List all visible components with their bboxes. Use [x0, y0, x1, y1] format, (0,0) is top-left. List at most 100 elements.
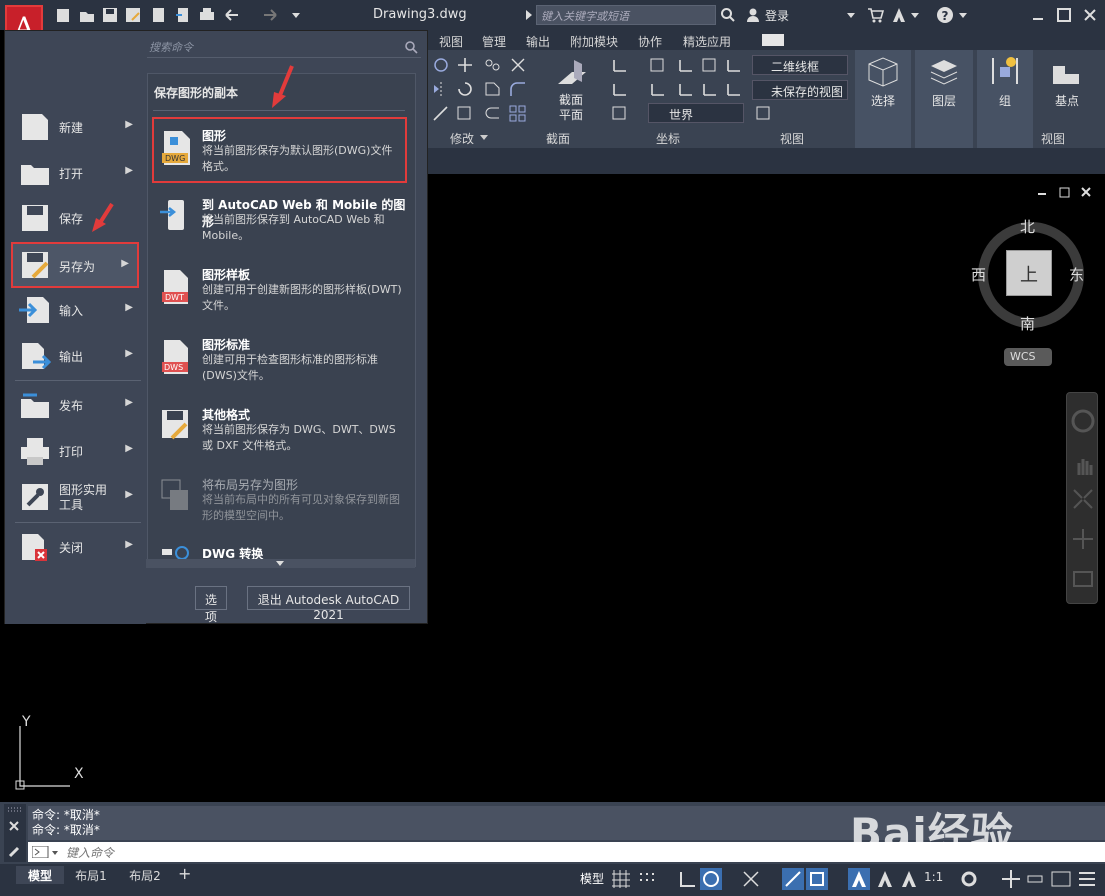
cart-icon[interactable]	[866, 6, 884, 24]
autodesk-app-icon[interactable]	[890, 6, 908, 24]
ucs-3point-icon[interactable]	[676, 80, 696, 98]
fillet-icon[interactable]	[508, 80, 528, 98]
polar-icon[interactable]	[700, 868, 722, 890]
menu-item-publish[interactable]: 发布 ▶	[15, 385, 141, 425]
tab-view[interactable]: 视图	[439, 33, 463, 50]
drawing-template-item[interactable]: DWT 图形样板 创建可用于创建新图形的图形样板(DWT)文件。	[150, 266, 410, 316]
tab-layout2[interactable]: 布局2	[120, 866, 170, 884]
compass-west[interactable]: 西	[971, 264, 986, 285]
menu-item-import[interactable]: 输入 ▶	[15, 290, 141, 330]
save-to-web-mobile-item[interactable]: 到 AutoCAD Web 和 Mobile 的图形 将当前图形保存到 Auto…	[150, 196, 410, 246]
menu-item-save[interactable]: 保存	[15, 198, 141, 238]
visual-style-dropdown[interactable]: 二维线框	[752, 55, 848, 75]
grid-icon[interactable]	[610, 868, 632, 890]
tab-featured-apps[interactable]: 精选应用	[683, 33, 731, 50]
ucs-z-icon[interactable]	[724, 56, 744, 74]
tab-manage[interactable]: 管理	[482, 33, 506, 50]
select-button[interactable]: 选择	[855, 50, 911, 148]
annotation-scale-icon[interactable]	[898, 868, 920, 890]
section-plane-button[interactable]: 截面 平面	[559, 93, 583, 123]
undo-icon[interactable]	[222, 6, 244, 24]
menu-item-new[interactable]: 新建 ▶	[15, 107, 141, 147]
help-dropdown-icon[interactable]	[958, 10, 968, 20]
plot-icon[interactable]	[198, 6, 216, 24]
options-button[interactable]: 选项	[195, 586, 227, 624]
menu-item-export[interactable]: 输出 ▶	[15, 336, 141, 376]
offset-icon[interactable]	[483, 104, 503, 122]
search-icon[interactable]	[720, 7, 736, 23]
command-prompt-icon[interactable]	[32, 846, 60, 858]
ucs-view-icon[interactable]	[648, 80, 668, 98]
showmotion-icon[interactable]	[1071, 567, 1095, 591]
save-as-drawing-item[interactable]: DWG 图形 将当前图形保存为默认图形(DWG)文件格式。	[152, 117, 407, 183]
scale-readout[interactable]: 1:1	[924, 870, 943, 884]
ucs-icon[interactable]	[610, 56, 630, 74]
command-line-handle[interactable]	[4, 804, 26, 862]
panel-coordinates-label[interactable]: 坐标	[656, 130, 680, 147]
drawing-standards-item[interactable]: DWS 图形标准 创建可用于检查图形标准的图形标准(DWS)文件。	[150, 336, 410, 386]
units-icon[interactable]	[1024, 868, 1046, 890]
rotate2-icon[interactable]	[455, 80, 475, 98]
menu-search-icon[interactable]	[404, 40, 418, 54]
exit-autocad-button[interactable]: 退出 Autodesk AutoCAD 2021	[247, 586, 410, 622]
snap-icon[interactable]	[636, 868, 658, 890]
ucs-face-icon[interactable]	[648, 56, 668, 74]
qat-dropdown-icon[interactable]	[290, 6, 302, 24]
model-space-toggle[interactable]: 模型	[580, 870, 604, 887]
close-icon[interactable]	[1082, 7, 1098, 23]
object-snap-icon[interactable]	[806, 868, 828, 890]
viewcube-top-face[interactable]: 上	[1006, 250, 1052, 296]
dwg-convert-item[interactable]: DWG 转换	[150, 545, 410, 559]
app-dropdown-icon[interactable]	[910, 10, 920, 20]
mirror-icon[interactable]	[431, 80, 451, 98]
object-snap-tracking-icon[interactable]	[782, 868, 804, 890]
layers-button[interactable]: 图层	[915, 50, 973, 148]
isodraft-icon[interactable]	[740, 868, 762, 890]
ucs-named-icon[interactable]	[610, 104, 630, 122]
panel-section-label[interactable]: 截面	[546, 130, 570, 147]
add-layout-icon[interactable]: +	[178, 864, 191, 883]
panel-modify-label[interactable]: 修改	[450, 130, 474, 147]
tab-addins[interactable]: 附加模块	[570, 33, 618, 50]
workspace-gear-icon[interactable]	[958, 868, 980, 890]
ucs-object-icon[interactable]	[700, 80, 720, 98]
ucs-y-icon[interactable]	[700, 56, 720, 74]
compass-north[interactable]: 北	[1020, 216, 1035, 237]
compass-south[interactable]: 南	[1020, 313, 1035, 334]
ribbon-minimize-toggle[interactable]	[762, 34, 784, 46]
annotation-monitor-icon[interactable]	[1000, 868, 1022, 890]
ucs-world-dropdown[interactable]: 世界	[648, 103, 744, 123]
tab-output[interactable]: 输出	[526, 33, 550, 50]
help-search-input[interactable]: 键入关键字或短语	[536, 5, 716, 25]
submenu-scroll-down[interactable]	[146, 559, 415, 568]
open-icon[interactable]	[78, 6, 96, 24]
group-button[interactable]: 组	[977, 50, 1033, 148]
compass-east[interactable]: 东	[1069, 264, 1084, 285]
redo-icon[interactable]	[258, 6, 280, 24]
save-icon[interactable]	[101, 6, 119, 24]
wcs-menu[interactable]: WCS	[1004, 348, 1052, 366]
menu-item-print[interactable]: 打印 ▶	[15, 431, 141, 471]
scale-icon[interactable]	[431, 104, 451, 122]
open-web-icon[interactable]	[150, 6, 168, 24]
annotation-visibility-icon[interactable]	[848, 868, 870, 890]
ucs-x-icon[interactable]	[676, 56, 696, 74]
copy-icon[interactable]	[483, 56, 503, 74]
login-label[interactable]: 登录	[765, 7, 789, 24]
other-formats-item[interactable]: 其他格式 将当前图形保存为 DWG、DWT、DWS 或 DXF 文件格式。	[150, 406, 410, 456]
section-plane-icon[interactable]	[552, 54, 592, 94]
menu-item-save-as[interactable]: 另存为 ▶	[11, 242, 139, 288]
menu-item-drawing-utilities[interactable]: 图形实用 工具 ▶	[15, 477, 141, 521]
stretch-icon[interactable]	[483, 80, 503, 98]
customize-menu-icon[interactable]	[1076, 868, 1098, 890]
ucs-zaxis-icon[interactable]	[724, 80, 744, 98]
panel-view2-label[interactable]: 视图	[1041, 130, 1065, 147]
viewport-controls[interactable]	[1036, 186, 1100, 200]
orbit-icon[interactable]	[1071, 527, 1095, 551]
save-as-icon[interactable]	[124, 6, 142, 24]
maximize-icon[interactable]	[1056, 7, 1072, 23]
viewport-config-icon[interactable]	[754, 104, 774, 122]
ucs-origin-icon[interactable]	[610, 80, 630, 98]
array-icon[interactable]	[508, 104, 528, 122]
minimize-icon[interactable]	[1030, 7, 1046, 23]
